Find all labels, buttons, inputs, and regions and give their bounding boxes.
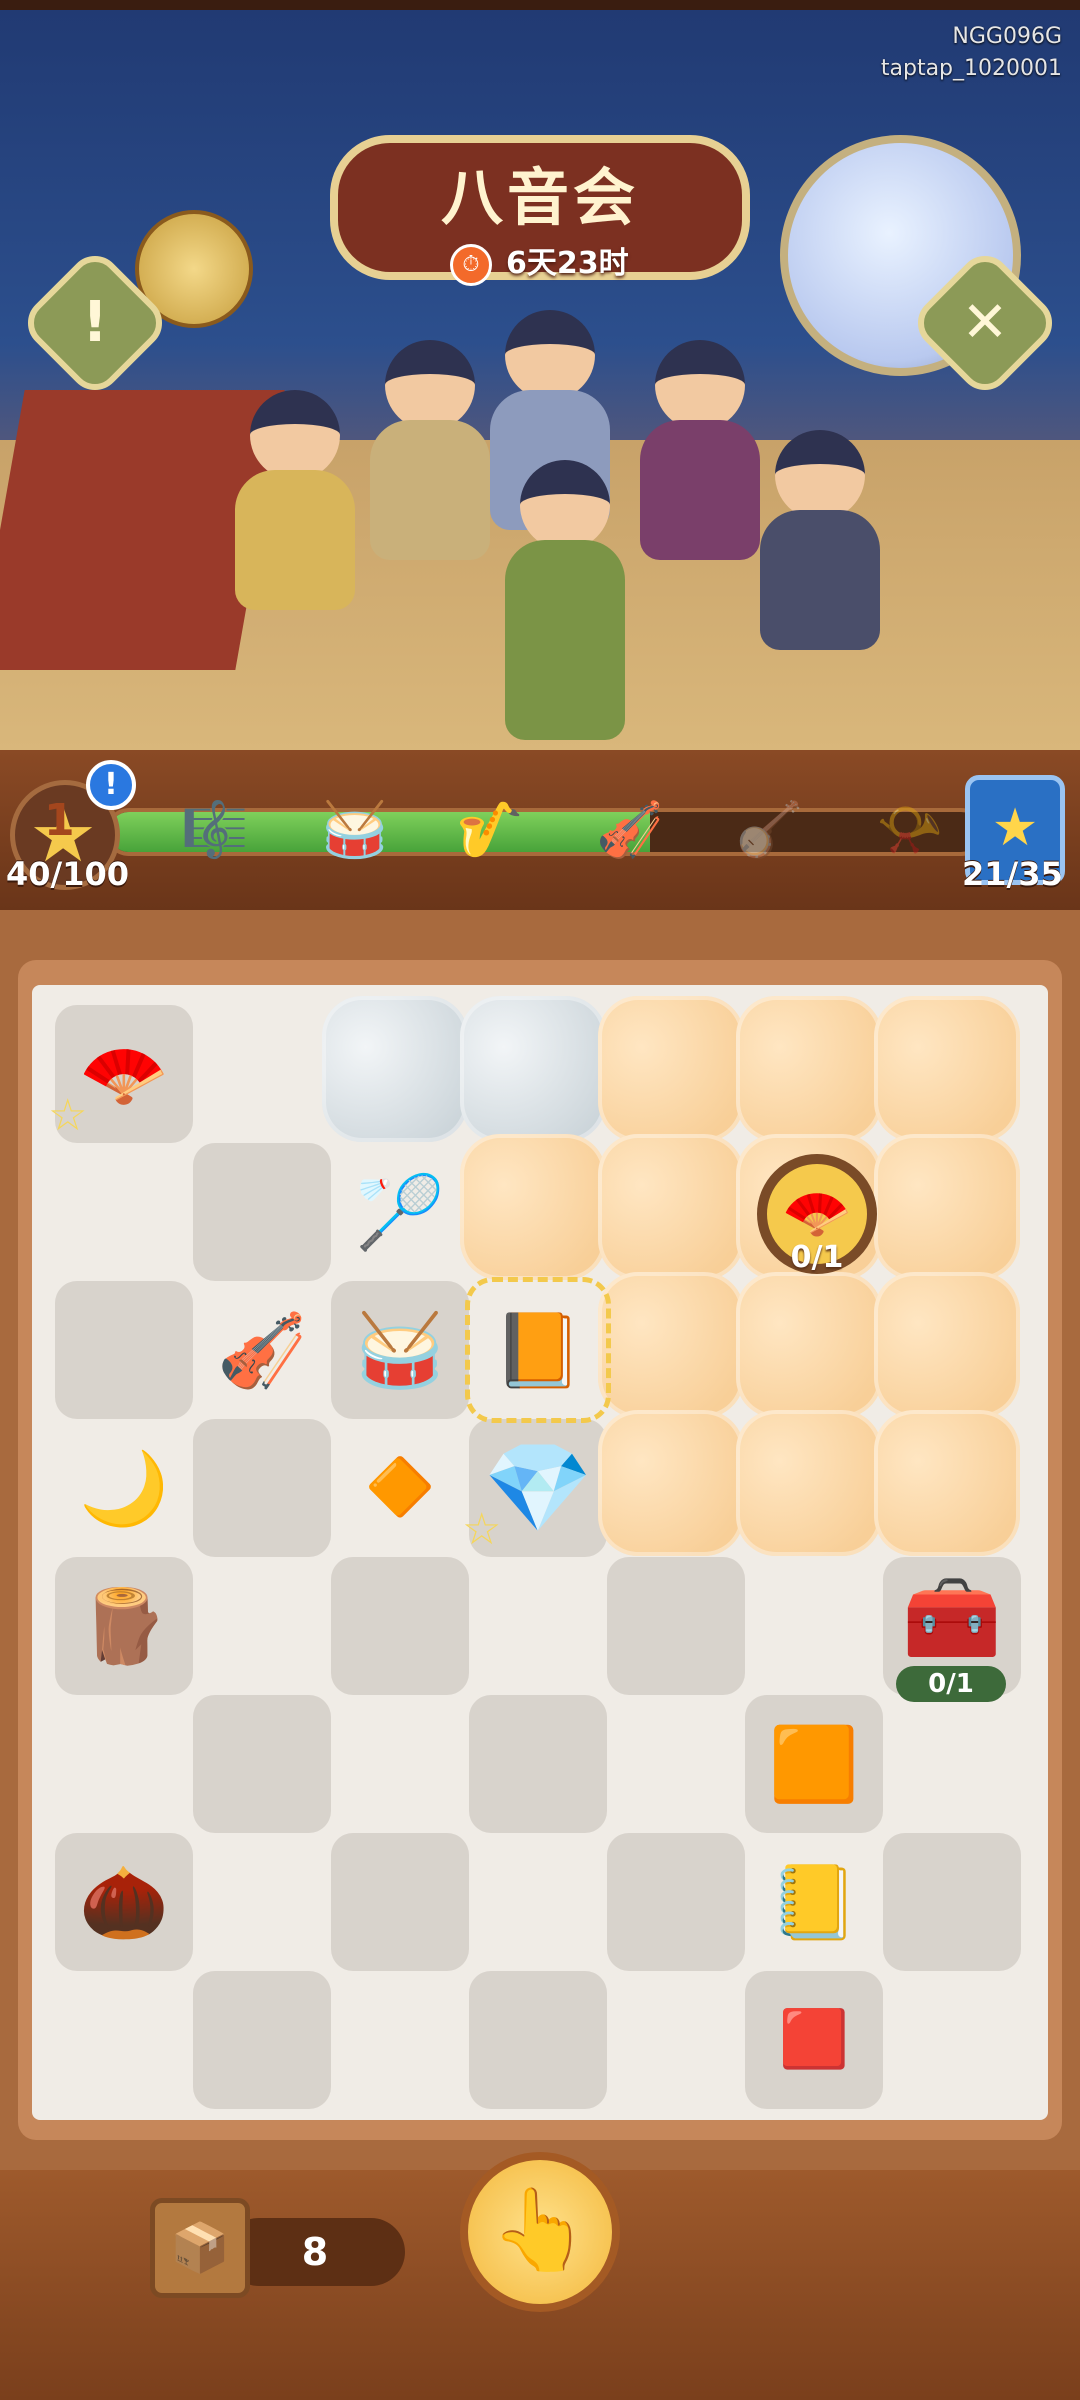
energy-counter: 8 bbox=[225, 2218, 405, 2286]
board-cell[interactable] bbox=[607, 1557, 745, 1695]
concert-scene bbox=[0, 10, 1080, 750]
fog-cloud-cell[interactable] bbox=[874, 1134, 1020, 1280]
sheng-icon: 🎷 bbox=[456, 798, 524, 861]
tap-button[interactable]: 👆 bbox=[460, 2152, 620, 2312]
event-title: 八音会 bbox=[440, 161, 639, 234]
close-icon: ✕ bbox=[961, 290, 1009, 355]
board-cell[interactable] bbox=[331, 1833, 469, 1971]
board-cell[interactable] bbox=[469, 1971, 607, 2109]
event-timer: 6天23时 bbox=[506, 246, 629, 281]
musician-figure bbox=[235, 390, 355, 610]
book-item[interactable]: 📙 bbox=[469, 1281, 607, 1419]
musician-figure bbox=[640, 340, 760, 560]
fog-cloud-cell[interactable] bbox=[460, 1134, 606, 1280]
board-cell[interactable] bbox=[469, 1695, 607, 1833]
fog-cloud-cell[interactable] bbox=[598, 996, 744, 1142]
musician-figure bbox=[760, 430, 880, 650]
horn-icon: 📯 bbox=[876, 798, 944, 861]
fog-cloud-cell[interactable] bbox=[874, 1272, 1020, 1418]
board-cell[interactable] bbox=[331, 1557, 469, 1695]
points-counter: 40/100 bbox=[6, 855, 130, 893]
fog-cloud-cell[interactable] bbox=[874, 1410, 1020, 1556]
locked-cloud-cell[interactable] bbox=[460, 996, 606, 1142]
board-cell[interactable] bbox=[55, 1281, 193, 1419]
fog-cloud-cell[interactable] bbox=[736, 1272, 882, 1418]
erhu-icon: 🎻 bbox=[596, 798, 664, 861]
board-cell[interactable] bbox=[883, 1833, 1021, 1971]
game-screen: NGG096G taptap_1020001 ! ✕ 八音会 ⏱ 6天23时 🎼… bbox=[0, 0, 1080, 2400]
fog-cloud-cell[interactable] bbox=[598, 1134, 744, 1280]
level-number: 1 bbox=[44, 795, 75, 846]
fog-cloud-cell[interactable] bbox=[874, 996, 1020, 1142]
erhu-item[interactable]: 🎻 bbox=[193, 1281, 331, 1419]
board-cell[interactable] bbox=[193, 1143, 331, 1281]
board-cell[interactable] bbox=[607, 1833, 745, 1971]
star-icon: ☆ bbox=[462, 1504, 502, 1555]
locked-cloud-cell[interactable] bbox=[322, 996, 468, 1142]
pipa-icon: 🪕 bbox=[736, 798, 804, 861]
board-cell[interactable] bbox=[193, 1971, 331, 2109]
board-cell[interactable] bbox=[193, 1695, 331, 1833]
wood-plank-item[interactable]: 🪵 bbox=[55, 1557, 193, 1695]
watermark-line-2: taptap_1020001 bbox=[880, 56, 1062, 81]
alert-icon[interactable]: ! bbox=[86, 760, 136, 810]
drum-icon: 🥁 bbox=[321, 798, 389, 861]
chest-target-counter: 0/1 bbox=[896, 1666, 1006, 1702]
fog-cloud-cell[interactable] bbox=[598, 1410, 744, 1556]
panpipe-icon: 🎼 bbox=[181, 798, 249, 861]
fog-cloud-cell[interactable] bbox=[736, 1410, 882, 1556]
amber-shard-item[interactable]: 🔶 bbox=[331, 1419, 469, 1557]
book-item-2[interactable]: 📒 bbox=[745, 1833, 883, 1971]
star-icon: ☆ bbox=[48, 1090, 88, 1141]
board-cell[interactable] bbox=[193, 1419, 331, 1557]
gramophone-crate-icon[interactable]: 📦 bbox=[150, 2198, 250, 2298]
book-star-icon: ★ bbox=[991, 798, 1039, 858]
amber-gem-item[interactable]: 🟧 bbox=[745, 1695, 883, 1833]
fog-cloud-cell[interactable] bbox=[598, 1272, 744, 1418]
ocarina-item[interactable]: 🌰 bbox=[55, 1833, 193, 1971]
musician-figure bbox=[505, 460, 625, 740]
fan-target-counter: 0/1 bbox=[790, 1240, 844, 1275]
green-moon-item[interactable]: 🌙 bbox=[55, 1419, 193, 1557]
fog-cloud-cell[interactable] bbox=[736, 996, 882, 1142]
collection-counter: 21/35 bbox=[962, 855, 1063, 893]
watermark-line-1: NGG096G bbox=[952, 24, 1062, 49]
round-fan-item[interactable]: 🏸 bbox=[331, 1143, 469, 1281]
exclamation-icon: ! bbox=[82, 290, 108, 355]
musician-figure bbox=[370, 340, 490, 560]
ruby-item[interactable]: 🟥 bbox=[745, 1971, 883, 2109]
drum-item[interactable]: 🥁 bbox=[331, 1281, 469, 1419]
